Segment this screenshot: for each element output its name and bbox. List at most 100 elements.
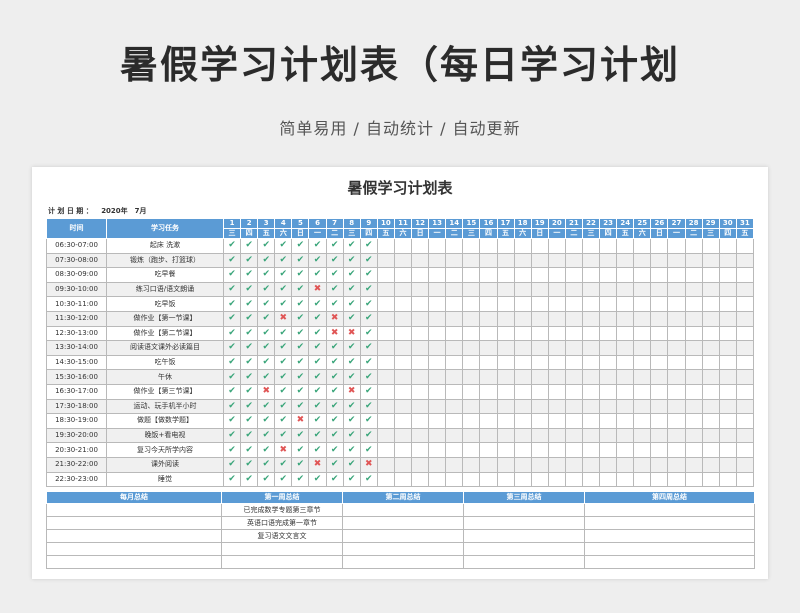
day-status-cell[interactable]: ✔ — [342, 442, 361, 458]
day-status-cell[interactable] — [701, 354, 720, 371]
day-status-cell[interactable] — [718, 252, 737, 269]
day-status-cell[interactable] — [428, 238, 447, 254]
day-status-cell[interactable] — [735, 413, 755, 429]
day-status-cell[interactable] — [513, 238, 532, 254]
day-status-cell[interactable] — [479, 442, 498, 458]
day-status-cell[interactable] — [684, 252, 703, 269]
day-status-cell[interactable]: ✔ — [359, 238, 378, 254]
day-status-cell[interactable] — [581, 354, 601, 371]
day-status-cell[interactable]: ✔ — [274, 398, 293, 415]
day-status-cell[interactable] — [462, 238, 481, 254]
day-status-cell[interactable] — [462, 281, 481, 298]
day-status-cell[interactable] — [701, 281, 720, 298]
summary-cell[interactable] — [342, 516, 464, 530]
day-status-cell[interactable] — [393, 369, 413, 385]
day-status-cell[interactable] — [684, 442, 703, 458]
day-status-cell[interactable] — [462, 398, 481, 415]
day-status-cell[interactable] — [376, 325, 395, 342]
day-status-cell[interactable]: ✔ — [308, 340, 327, 356]
day-status-cell[interactable] — [581, 471, 601, 488]
day-status-cell[interactable] — [564, 252, 583, 269]
day-status-cell[interactable] — [718, 267, 737, 283]
day-status-cell[interactable] — [530, 369, 549, 385]
day-status-cell[interactable] — [581, 267, 601, 283]
day-status-cell[interactable]: ✖ — [325, 325, 344, 342]
day-status-cell[interactable] — [428, 383, 447, 400]
day-status-cell[interactable]: ✔ — [222, 340, 242, 356]
day-status-cell[interactable] — [599, 281, 618, 298]
day-status-cell[interactable] — [428, 296, 447, 312]
day-status-cell[interactable] — [616, 267, 635, 283]
summary-cell[interactable] — [463, 529, 585, 543]
day-status-cell[interactable] — [616, 354, 635, 371]
day-status-cell[interactable] — [684, 398, 703, 415]
day-status-cell[interactable]: ✔ — [342, 369, 361, 385]
day-status-cell[interactable] — [599, 267, 618, 283]
day-status-cell[interactable] — [462, 413, 481, 429]
day-status-cell[interactable] — [718, 310, 737, 327]
day-status-cell[interactable]: ✔ — [257, 456, 276, 473]
day-status-cell[interactable] — [393, 413, 413, 429]
day-status-cell[interactable] — [616, 281, 635, 298]
day-status-cell[interactable]: ✔ — [222, 427, 242, 444]
day-status-cell[interactable] — [684, 383, 703, 400]
day-status-cell[interactable]: ✔ — [274, 427, 293, 444]
day-status-cell[interactable] — [445, 427, 464, 444]
day-status-cell[interactable] — [581, 238, 601, 254]
day-status-cell[interactable]: ✔ — [291, 252, 310, 269]
summary-cell[interactable] — [46, 542, 222, 556]
day-status-cell[interactable] — [496, 398, 515, 415]
day-status-cell[interactable] — [376, 369, 395, 385]
day-status-cell[interactable] — [735, 267, 755, 283]
day-status-cell[interactable] — [701, 252, 720, 269]
day-status-cell[interactable] — [411, 238, 430, 254]
day-status-cell[interactable]: ✔ — [274, 413, 293, 429]
day-status-cell[interactable]: ✔ — [291, 427, 310, 444]
day-status-cell[interactable]: ✔ — [325, 442, 344, 458]
day-status-cell[interactable] — [735, 325, 755, 342]
day-status-cell[interactable] — [667, 383, 686, 400]
day-status-cell[interactable] — [616, 325, 635, 342]
day-status-cell[interactable] — [735, 471, 755, 488]
day-status-cell[interactable] — [633, 340, 652, 356]
day-status-cell[interactable] — [701, 369, 720, 385]
day-status-cell[interactable]: ✔ — [274, 252, 293, 269]
day-status-cell[interactable]: ✔ — [257, 471, 276, 488]
day-status-cell[interactable]: ✔ — [222, 369, 242, 385]
day-status-cell[interactable] — [428, 340, 447, 356]
day-status-cell[interactable]: ✔ — [240, 398, 259, 415]
day-status-cell[interactable] — [479, 354, 498, 371]
day-status-cell[interactable] — [445, 296, 464, 312]
day-status-cell[interactable] — [667, 354, 686, 371]
day-status-cell[interactable] — [530, 413, 549, 429]
day-status-cell[interactable]: ✔ — [291, 238, 310, 254]
day-status-cell[interactable] — [376, 456, 395, 473]
day-status-cell[interactable] — [547, 238, 566, 254]
summary-cell[interactable] — [342, 503, 464, 517]
day-status-cell[interactable] — [513, 398, 532, 415]
day-status-cell[interactable] — [547, 354, 566, 371]
day-status-cell[interactable] — [735, 296, 755, 312]
day-status-cell[interactable] — [650, 456, 669, 473]
day-status-cell[interactable] — [393, 267, 413, 283]
day-status-cell[interactable]: ✔ — [291, 383, 310, 400]
day-status-cell[interactable] — [445, 354, 464, 371]
day-status-cell[interactable] — [411, 413, 430, 429]
day-status-cell[interactable]: ✔ — [308, 427, 327, 444]
day-status-cell[interactable] — [599, 456, 618, 473]
day-status-cell[interactable] — [513, 310, 532, 327]
day-status-cell[interactable] — [411, 340, 430, 356]
day-status-cell[interactable]: ✔ — [342, 252, 361, 269]
day-status-cell[interactable] — [667, 369, 686, 385]
day-status-cell[interactable] — [684, 296, 703, 312]
day-status-cell[interactable] — [547, 383, 566, 400]
day-status-cell[interactable] — [462, 471, 481, 488]
day-status-cell[interactable] — [376, 442, 395, 458]
day-status-cell[interactable]: ✔ — [359, 354, 378, 371]
day-status-cell[interactable] — [581, 281, 601, 298]
day-status-cell[interactable] — [530, 354, 549, 371]
day-status-cell[interactable] — [735, 427, 755, 444]
day-status-cell[interactable] — [650, 398, 669, 415]
day-status-cell[interactable] — [616, 340, 635, 356]
day-status-cell[interactable] — [479, 325, 498, 342]
